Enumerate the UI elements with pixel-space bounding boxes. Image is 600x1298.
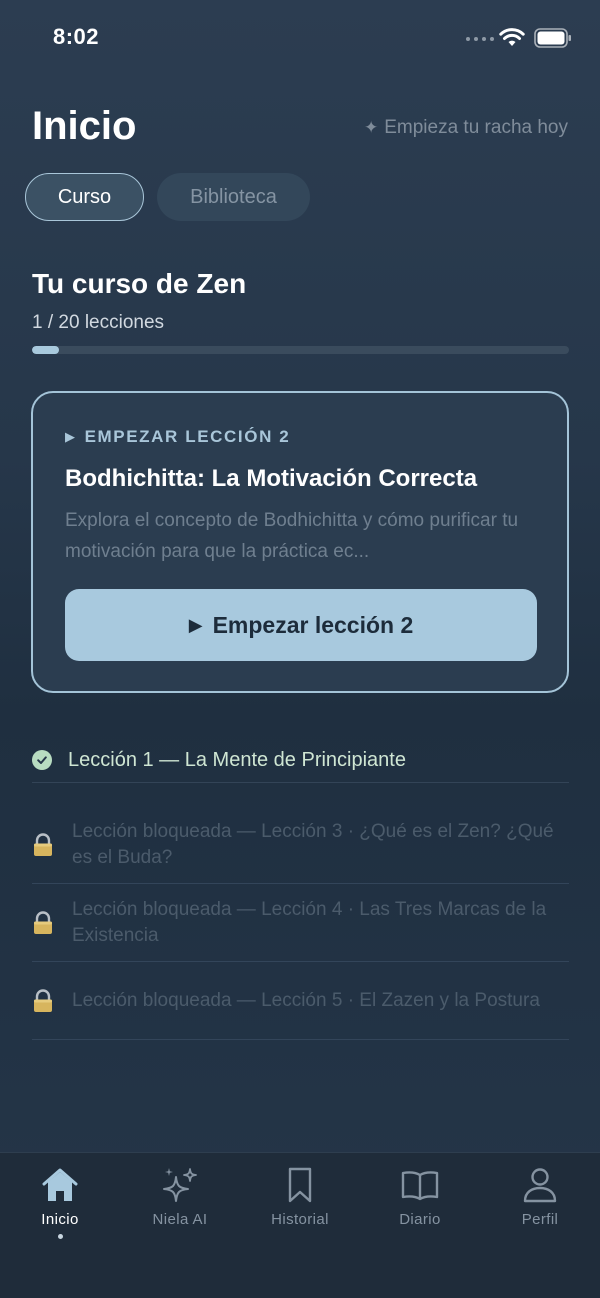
- home-screen: 8:02 Inicio ✦ Empieza tu racha hoy Curso…: [0, 0, 600, 1298]
- locked-lesson-row: Lección bloqueada — Lección 3 · ¿Qué es …: [32, 806, 569, 884]
- bookmark-icon: [288, 1167, 312, 1203]
- lesson-description: Explora el concepto de Bodhichitta y cóm…: [65, 510, 519, 562]
- nav-item-niela-ai[interactable]: Niela AI: [130, 1165, 230, 1228]
- nav-label: Diario: [399, 1211, 441, 1228]
- nav-label: Niela AI: [152, 1211, 208, 1228]
- lock-icon: [32, 910, 54, 935]
- course-progress-fill: [32, 346, 59, 354]
- locked-lesson-label: Lección bloqueada — Lección 3 · ¿Qué es …: [72, 820, 554, 868]
- tab-biblioteca[interactable]: Biblioteca: [157, 173, 310, 221]
- locked-lesson-label: Lección bloqueada — Lección 5 · El Zazen…: [72, 989, 540, 1011]
- streak-indicator[interactable]: ✦ Empieza tu racha hoy: [364, 117, 568, 139]
- wifi-icon: [499, 28, 525, 46]
- active-indicator: [57, 1234, 63, 1239]
- locked-lesson-row: Lección bloqueada — Lección 4 · Las Tres…: [32, 884, 569, 962]
- course-progress-bar: [32, 346, 569, 354]
- nav-label: Inicio: [41, 1211, 79, 1228]
- home-icon: [42, 1168, 78, 1201]
- card-eyebrow-label: EMPEZAR LECCIÓN 2: [84, 427, 291, 446]
- locked-lesson-row: Lección bloqueada — Lección 5 · El Zazen…: [32, 962, 569, 1040]
- tab-curso[interactable]: Curso: [25, 173, 144, 221]
- lock-icon: [32, 988, 54, 1013]
- nav-label: Perfil: [521, 1211, 559, 1228]
- segmented-tabs: Curso Biblioteca: [25, 173, 310, 221]
- start-lesson-label: Empezar lección 2: [212, 611, 414, 638]
- lesson-completed-row[interactable]: Lección 1 — La Mente de Principiante: [32, 738, 569, 783]
- sparkle-icon: ✦: [363, 118, 379, 137]
- status-bar: 8:02: [0, 0, 600, 80]
- check-circle-icon: [32, 750, 52, 770]
- nav-item-diario[interactable]: Diario: [370, 1165, 470, 1228]
- nav-item-inicio[interactable]: Inicio: [10, 1165, 110, 1239]
- card-eyebrow: ▶ EMPEZAR LECCIÓN 2: [65, 427, 290, 447]
- nav-item-historial[interactable]: Historial: [250, 1165, 350, 1228]
- signal-icon: [466, 37, 494, 41]
- status-time: 8:02: [53, 24, 100, 49]
- lock-icon: [32, 832, 54, 857]
- next-lesson-card[interactable]: ▶ EMPEZAR LECCIÓN 2 Bodhichitta: La Moti…: [31, 391, 569, 693]
- lesson-title: Bodhichitta: La Motivación Correcta: [65, 465, 478, 492]
- start-lesson-button[interactable]: ▶ Empezar lección 2: [65, 589, 537, 661]
- bottom-nav: Inicio Niela AI Historial Diario Perfil: [0, 1152, 600, 1298]
- lesson-completed-label: Lección 1 — La Mente de Principiante: [68, 748, 406, 771]
- course-progress-text: 1 / 20 lecciones: [32, 312, 165, 333]
- sparkles-icon: [163, 1168, 197, 1202]
- streak-label: Empieza tu racha hoy: [384, 117, 568, 138]
- nav-label: Historial: [271, 1211, 329, 1228]
- person-icon: [523, 1168, 557, 1203]
- course-title: Tu curso de Zen: [32, 268, 247, 299]
- book-icon: [401, 1171, 439, 1201]
- nav-item-perfil[interactable]: Perfil: [490, 1165, 590, 1228]
- battery-icon: [534, 28, 571, 48]
- page-title: Inicio: [32, 104, 137, 148]
- play-icon: ▶: [65, 429, 77, 444]
- locked-lesson-label: Lección bloqueada — Lección 4 · Las Tres…: [72, 898, 547, 946]
- play-icon: ▶: [188, 614, 203, 635]
